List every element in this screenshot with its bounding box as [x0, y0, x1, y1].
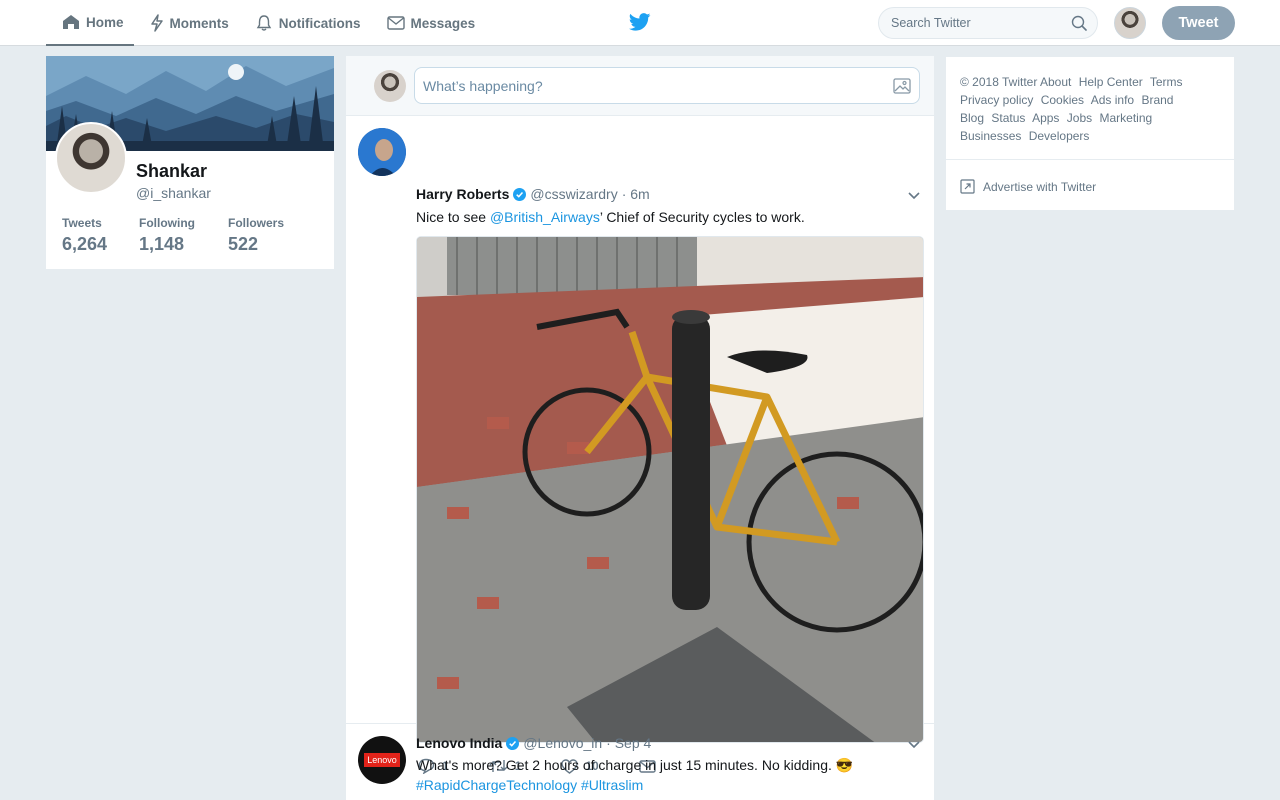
tweet-header: Harry Roberts @csswizardry · 6m [416, 186, 650, 202]
stat-tweets[interactable]: Tweets 6,264 [62, 216, 115, 255]
stat-following[interactable]: Following 1,148 [139, 216, 204, 255]
timeline: What’s happening? Harry Roberts @csswiza… [346, 56, 934, 800]
top-navigation-bar: Home Moments Notifications Messages Twee… [0, 0, 1280, 46]
account-avatar[interactable] [1114, 7, 1146, 39]
tweet-button[interactable]: Tweet [1162, 6, 1235, 40]
tweet-author-name[interactable]: Harry Roberts [416, 186, 509, 202]
compose-input[interactable]: What’s happening? [414, 67, 920, 104]
search-icon[interactable] [1071, 15, 1087, 31]
profile-card: Shankar @i_shankar Tweets 6,264 Followin… [46, 56, 334, 269]
tweet-author-handle[interactable]: @csswizardry [530, 186, 617, 202]
external-link-icon [960, 179, 975, 194]
footer-link-businesses[interactable]: Businesses [960, 129, 1021, 143]
tweet-hashtags[interactable]: #RapidChargeTechnology #Ultraslim [416, 775, 916, 795]
footer-link-status[interactable]: Status [991, 111, 1025, 125]
footer-link-about[interactable]: About [1040, 75, 1071, 89]
advertise-link[interactable]: Advertise with Twitter [946, 160, 1234, 213]
stat-value: 522 [228, 234, 259, 254]
verified-icon [506, 736, 520, 750]
footer-link-cookies[interactable]: Cookies [1041, 93, 1084, 107]
tweet-timestamp[interactable]: · 6m [622, 186, 650, 202]
tweet-text: What's more? Get 2 hours of charge in ju… [416, 757, 854, 773]
nav-home[interactable]: Home [46, 0, 134, 46]
twitter-bird-icon[interactable] [629, 13, 651, 31]
stat-label: Following [139, 216, 195, 230]
stat-followers[interactable]: Followers 522 [228, 216, 284, 255]
search-input[interactable] [891, 16, 1071, 30]
footer-link-jobs[interactable]: Jobs [1067, 111, 1092, 125]
nav-home-label: Home [86, 14, 124, 30]
profile-handle[interactable]: @i_shankar [136, 185, 211, 201]
lightning-icon [150, 14, 163, 32]
chevron-down-icon[interactable] [908, 192, 920, 200]
footer-link-ads-info[interactable]: Ads info [1091, 93, 1134, 107]
tweet-author-name[interactable]: Lenovo India [416, 735, 502, 751]
stat-label: Followers [228, 216, 285, 230]
nav-moments[interactable]: Moments [134, 0, 239, 46]
footer-link-help-center[interactable]: Help Center [1079, 75, 1143, 89]
tweet-item[interactable]: Harry Roberts @csswizardry · 6m Nice to … [346, 116, 934, 774]
footer-links: © 2018 Twitter About Help Center Terms P… [946, 57, 1234, 160]
tweet-avatar[interactable] [358, 128, 406, 176]
tweet-timestamp[interactable]: · Sep 4 [606, 735, 651, 751]
compose-placeholder: What’s happening? [423, 77, 543, 94]
footer-copyright: © 2018 Twitter [960, 75, 1038, 89]
footer-link-apps[interactable]: Apps [1032, 111, 1059, 125]
composer-avatar [374, 70, 406, 102]
bell-icon [256, 15, 272, 31]
footer-link-blog[interactable]: Blog [960, 111, 984, 125]
nav-moments-label: Moments [169, 15, 229, 31]
home-icon [63, 15, 79, 29]
chevron-down-icon[interactable] [908, 741, 920, 749]
tweet-text-start: Nice to see [416, 209, 490, 225]
profile-name[interactable]: Shankar [136, 161, 207, 182]
profile-avatar[interactable] [55, 122, 127, 194]
stat-value: 6,264 [62, 234, 108, 254]
tweet-author-handle[interactable]: @Lenovo_in [523, 735, 602, 751]
footer-link-marketing[interactable]: Marketing [1099, 111, 1152, 125]
tweet-item[interactable]: Lenovo Lenovo India @Lenovo_in · Sep 4 W… [346, 724, 934, 800]
footer-link-developers[interactable]: Developers [1029, 129, 1090, 143]
stat-label: Tweets [62, 216, 102, 230]
tweet-mention-link[interactable]: @British_Airways [490, 209, 600, 225]
tweet-composer: What’s happening? [346, 56, 934, 116]
envelope-icon [386, 16, 405, 30]
nav-messages-label: Messages [410, 15, 476, 31]
nav-notifications[interactable]: Notifications [239, 0, 371, 46]
nav-notifications-label: Notifications [278, 15, 361, 31]
footer-link-terms[interactable]: Terms [1150, 75, 1183, 89]
lenovo-logo: Lenovo [364, 753, 400, 767]
tweet-text-end: ’ Chief of Security cycles to work. [599, 209, 805, 225]
tweet-photo[interactable] [416, 236, 924, 743]
footer-card: © 2018 Twitter About Help Center Terms P… [946, 57, 1234, 210]
footer-link-brand[interactable]: Brand [1141, 93, 1173, 107]
nav-messages[interactable]: Messages [371, 0, 486, 46]
main-nav: Home Moments Notifications Messages [46, 0, 485, 46]
profile-stats: Tweets 6,264 Following 1,148 Followers 5… [62, 216, 308, 255]
tweet-header: Lenovo India @Lenovo_in · Sep 4 [416, 735, 651, 751]
stat-value: 1,148 [139, 234, 185, 254]
search-box [878, 7, 1098, 39]
image-icon[interactable] [893, 77, 911, 94]
verified-icon [513, 187, 527, 201]
footer-link-privacy-policy[interactable]: Privacy policy [960, 93, 1033, 107]
tweet-text: Nice to see @British_Airways’ Chief of S… [416, 207, 916, 227]
advertise-label: Advertise with Twitter [983, 179, 1097, 194]
tweet-avatar[interactable]: Lenovo [358, 736, 406, 784]
